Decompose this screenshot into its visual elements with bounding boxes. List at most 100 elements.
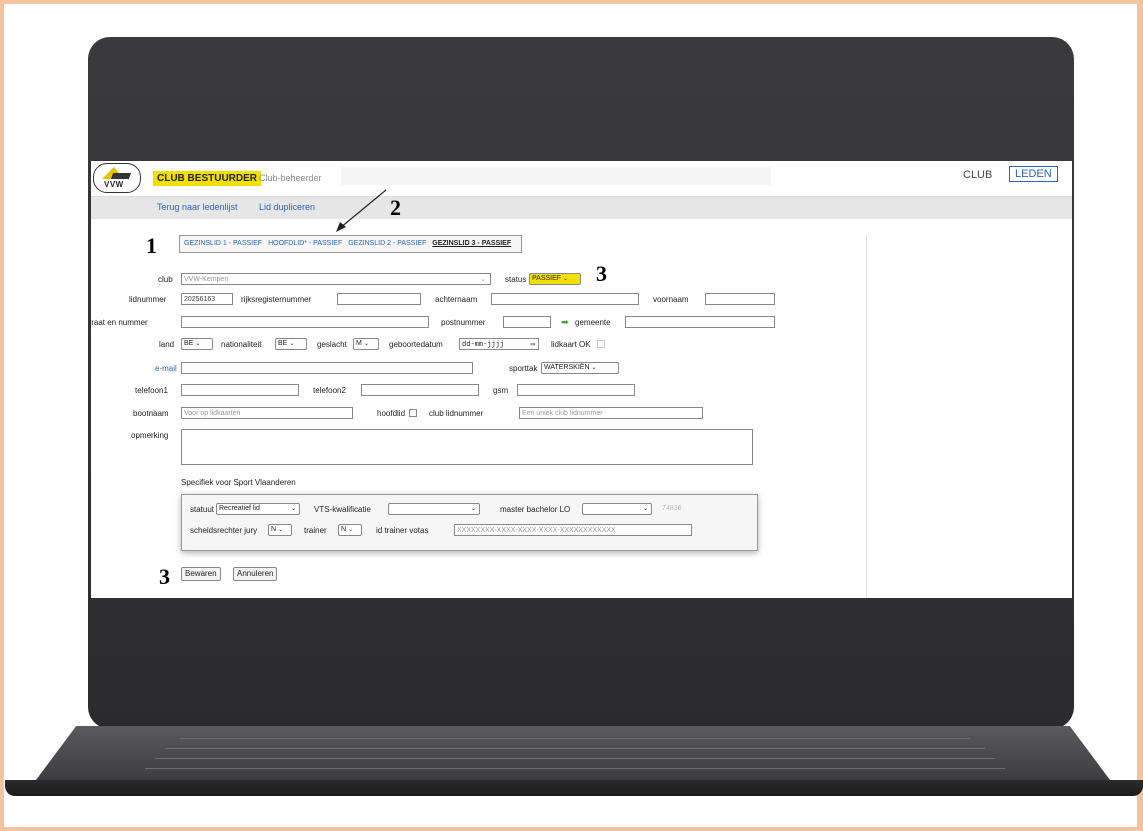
chevron-down-icon: ⌄ [278,527,284,533]
boat-icon [110,173,132,179]
chevron-down-icon: ⌄ [289,341,295,347]
straat-label: straat en nummer [91,318,148,327]
sporttak-label: sporttak [509,364,538,373]
trainer-select[interactable]: N ⌄ [338,524,362,536]
rijksregister-label: rijksregisternummer [241,295,312,304]
opmerking-label: opmerking [131,431,169,440]
voornaam-field[interactable] [705,293,775,305]
email-label[interactable]: e-mail [155,364,177,373]
straat-field[interactable] [181,316,429,328]
sport-vlaanderen-panel: statuut Recreatief lid ⌄ VTS-kwalificatie… [181,494,758,551]
chevron-down-icon: ⌄ [480,276,486,283]
club-select[interactable]: VVW-Kempen ⌄ [181,273,491,285]
logo-text: VVW [104,180,124,189]
hoofdlid-checkbox[interactable] [409,409,417,417]
telefoon2-label: telefoon2 [313,386,346,395]
calendar-icon[interactable]: ▭ [531,339,535,349]
annotation-marker-3-status: 3 [596,261,607,286]
voornaam-label: voornaam [653,295,689,304]
annotation-marker-1: 1 [146,233,157,258]
rijksregister-field[interactable] [337,293,421,305]
chevron-down-icon: ⌄ [290,506,296,512]
chevron-down-icon: ⌄ [642,506,648,512]
telefoon1-label: telefoon1 [135,386,168,395]
statuut-label: statuut [190,505,215,514]
bootnaam-field[interactable]: Voor op lidkaarten [181,407,353,419]
lidnummer-field[interactable]: 20256163 [181,293,233,305]
geboortedatum-placeholder: dd-mm-jjjj [462,341,505,349]
role-subtitle: Club-beheerder [259,173,322,183]
keyboard-row [165,748,985,749]
chevron-down-icon: ⌄ [563,276,569,282]
keyboard-row [155,758,995,759]
status-label: status [505,275,527,284]
trainer-value: N [341,526,347,533]
annotation-marker-3-buttons: 3 [159,564,170,589]
lidkaart-checkbox[interactable] [597,340,605,348]
vts-select[interactable]: ⌄ [388,503,480,515]
email-field[interactable] [181,362,473,374]
status-value: PASSIEF [532,275,562,282]
leden-nav-button[interactable]: LEDEN [1009,166,1058,182]
right-column-divider [866,235,867,598]
telefoon1-field[interactable] [181,384,299,396]
telefoon2-field[interactable] [361,384,479,396]
land-select[interactable]: BE ⌄ [181,338,213,350]
app-screen: VVW CLUB BESTUURDER Club-beheerder CLUB … [91,161,1072,598]
vvw-logo[interactable]: VVW [93,163,141,193]
gemeente-label: gemeente [575,318,611,327]
nationaliteit-value: BE [278,340,288,347]
gsm-field[interactable] [517,384,635,396]
chevron-down-icon: ⌄ [348,527,354,533]
status-select[interactable]: PASSIEF ⌄ [529,273,581,285]
statuut-value: Recreatief lid [219,505,260,512]
scheidsrechter-select[interactable]: N ⌄ [268,524,292,536]
tab-hoofdlid[interactable]: HOOFDLID* - PASSIEF [268,240,342,247]
laptop-front-edge [5,780,1143,796]
back-to-list-link[interactable]: Terug naar ledenlijst [157,202,238,212]
trainer-label: trainer [304,526,327,535]
tab-gezinslid-2[interactable]: GEZINSLID 2 - PASSIEF [348,240,426,247]
duplicate-member-link[interactable]: Lid dupliceren [259,202,315,212]
geboortedatum-field[interactable]: dd-mm-jjjj ▭ [459,338,539,350]
family-tabs: GEZINSLID 1 - PASSIEF HOOFDLID* - PASSIEF… [179,235,523,253]
nationaliteit-select[interactable]: BE ⌄ [275,338,307,350]
hoofdlid-label: hoofdlid [377,409,406,418]
tab-gezinslid-1[interactable]: GEZINSLID 1 - PASSIEF [184,240,262,247]
achternaam-field[interactable] [491,293,639,305]
id-trainer-field[interactable]: XXXXXXXX-XXXX-XXXX-XXXX-XXXXXXXXXXXX [454,524,692,536]
role-badge: CLUB BESTUURDER [153,171,261,186]
land-value: BE [184,340,194,347]
club-lidnummer-field[interactable]: Een uniek club lidnummer [519,407,703,419]
geslacht-label: geslacht [317,340,347,349]
geslacht-select[interactable]: M ⌄ [353,338,379,350]
arrow-right-icon[interactable]: ➡ [561,317,569,328]
sport-vlaanderen-heading: Specifiek voor Sport Vlaanderen [181,478,296,487]
sub-navigation: Terug naar ledenlijst Lid dupliceren [91,197,1072,219]
opmerking-textarea[interactable] [181,429,753,465]
keyboard-row [145,768,1005,769]
chevron-down-icon: ⌄ [470,506,476,512]
lidnummer-label: lidnummer [129,295,167,304]
save-button[interactable]: Bewaren [181,567,221,581]
keyboard-row [180,738,970,739]
club-label: club [158,275,173,284]
postnummer-label: postnummer [441,318,486,327]
gemeente-field[interactable] [625,316,775,328]
geboortedatum-label: geboortedatum [389,340,443,349]
postnummer-field[interactable] [503,316,551,328]
id-trainer-label: id trainer votas [376,526,429,535]
laptop-base [5,726,1143,798]
club-nav-link[interactable]: CLUB [963,169,992,181]
sporttak-select[interactable]: WATERSKIËN ⌄ [541,362,619,374]
master-select[interactable]: ⌄ [582,503,652,515]
cancel-button[interactable]: Annuleren [233,567,278,581]
keyboard-deck [33,726,1113,784]
achternaam-label: achternaam [435,295,478,304]
chevron-down-icon: ⌄ [363,341,369,347]
scheidsrechter-label: scheidsrechter jury [190,526,258,535]
statuut-select[interactable]: Recreatief lid ⌄ [216,503,300,515]
lidkaart-label: lidkaart OK [551,340,591,349]
tab-gezinslid-3[interactable]: GEZINSLID 3 - PASSIEF [432,240,511,247]
club-value: VVW-Kempen [184,276,229,283]
